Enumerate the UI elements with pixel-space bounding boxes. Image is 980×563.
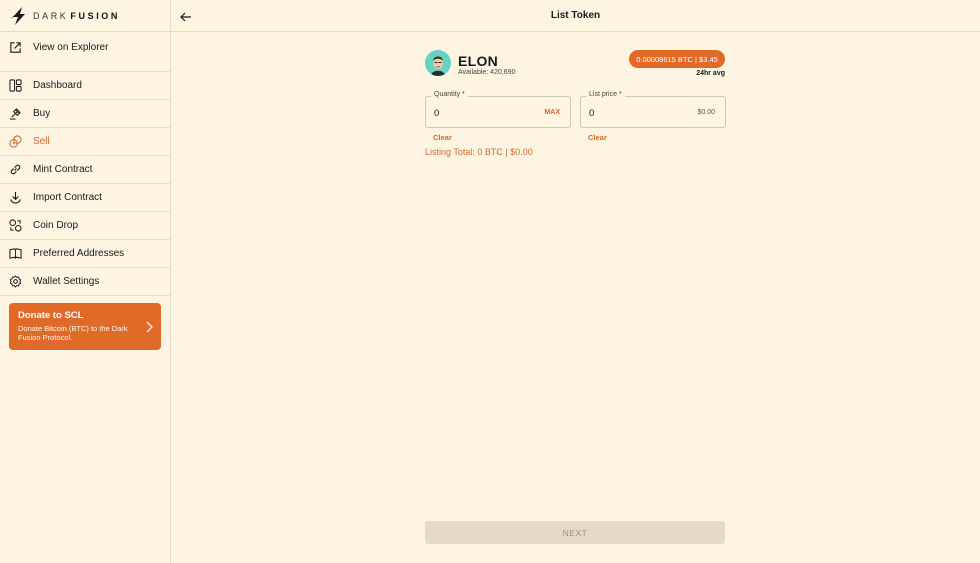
- gear-icon: [9, 275, 22, 288]
- list-price-label: List price *: [586, 91, 625, 98]
- link-icon: [9, 163, 22, 176]
- buy-icon: [9, 107, 22, 120]
- quantity-label: Quantity *: [431, 91, 468, 98]
- external-link-icon: [9, 41, 22, 54]
- list-price-usd: $0.00: [697, 109, 715, 116]
- sidebar: DARK FUSION View on Explorer Dashboard B…: [0, 0, 171, 563]
- book-icon: [9, 247, 22, 260]
- list-price-value[interactable]: 0: [589, 108, 594, 119]
- sidebar-item-label: Mint Contract: [33, 164, 93, 175]
- sidebar-item-label: Preferred Addresses: [33, 248, 125, 259]
- sidebar-item-label: Wallet Settings: [33, 276, 100, 287]
- token-name: ELON: [458, 53, 499, 69]
- sidebar-item-label: Import Contract: [33, 192, 102, 203]
- quantity-value[interactable]: 0: [434, 108, 439, 119]
- next-button[interactable]: NEXT: [425, 521, 725, 544]
- sidebar-item-import-contract[interactable]: Import Contract: [0, 184, 170, 212]
- sidebar-item-coin-drop[interactable]: Coin Drop: [0, 212, 170, 240]
- donate-description: Donate Bitcoin (BTC) to the Dark Fusion …: [18, 324, 128, 342]
- max-button[interactable]: MAX: [544, 109, 560, 116]
- sidebar-item-sell[interactable]: Sell: [0, 128, 170, 156]
- sidebar-item-label: Buy: [33, 108, 51, 119]
- sidebar-item-preferred-addresses[interactable]: Preferred Addresses: [0, 240, 170, 268]
- brand-name-part2: FUSION: [70, 10, 121, 21]
- quantity-clear-button[interactable]: Clear: [433, 133, 452, 142]
- list-price-clear-button[interactable]: Clear: [588, 133, 607, 142]
- top-bar: List Token: [171, 0, 980, 32]
- quantity-field[interactable]: Quantity * 0 MAX: [425, 91, 571, 128]
- sidebar-item-wallet-settings[interactable]: Wallet Settings: [0, 268, 170, 296]
- dashboard-icon: [9, 79, 22, 92]
- donate-title: Donate to SCL: [18, 310, 84, 321]
- sidebar-item-label: Sell: [33, 136, 50, 147]
- token-avatar: [425, 50, 451, 76]
- brand-name-part1: DARK: [33, 10, 69, 21]
- sidebar-item-dashboard[interactable]: Dashboard: [0, 72, 170, 100]
- sell-icon: [9, 135, 22, 148]
- sidebar-item-mint-contract[interactable]: Mint Contract: [0, 156, 170, 184]
- sidebar-item-label: Coin Drop: [33, 220, 79, 231]
- price-badge: 0.00008615 BTC | $3.45: [629, 50, 725, 68]
- price-period-label: 24hr avg: [696, 70, 725, 77]
- list-price-field[interactable]: List price * 0 $0.00: [580, 91, 726, 128]
- view-on-explorer-label: View on Explorer: [33, 42, 109, 53]
- sidebar-item-label: Dashboard: [33, 80, 82, 91]
- sidebar-item-buy[interactable]: Buy: [0, 100, 170, 128]
- view-on-explorer-link[interactable]: View on Explorer: [0, 32, 170, 72]
- lightning-logo-icon: [10, 6, 28, 25]
- page-title: List Token: [550, 10, 601, 21]
- donate-card[interactable]: Donate to SCL Donate Bitcoin (BTC) to th…: [9, 303, 161, 350]
- chevron-right-icon: [146, 320, 153, 333]
- import-icon: [9, 191, 22, 204]
- token-available: Available: 420,690: [458, 69, 516, 76]
- listing-total: Listing Total: 0 BTC | $0.00: [425, 147, 533, 157]
- brand-logo[interactable]: DARK FUSION: [0, 0, 170, 32]
- coin-drop-icon: [9, 219, 22, 232]
